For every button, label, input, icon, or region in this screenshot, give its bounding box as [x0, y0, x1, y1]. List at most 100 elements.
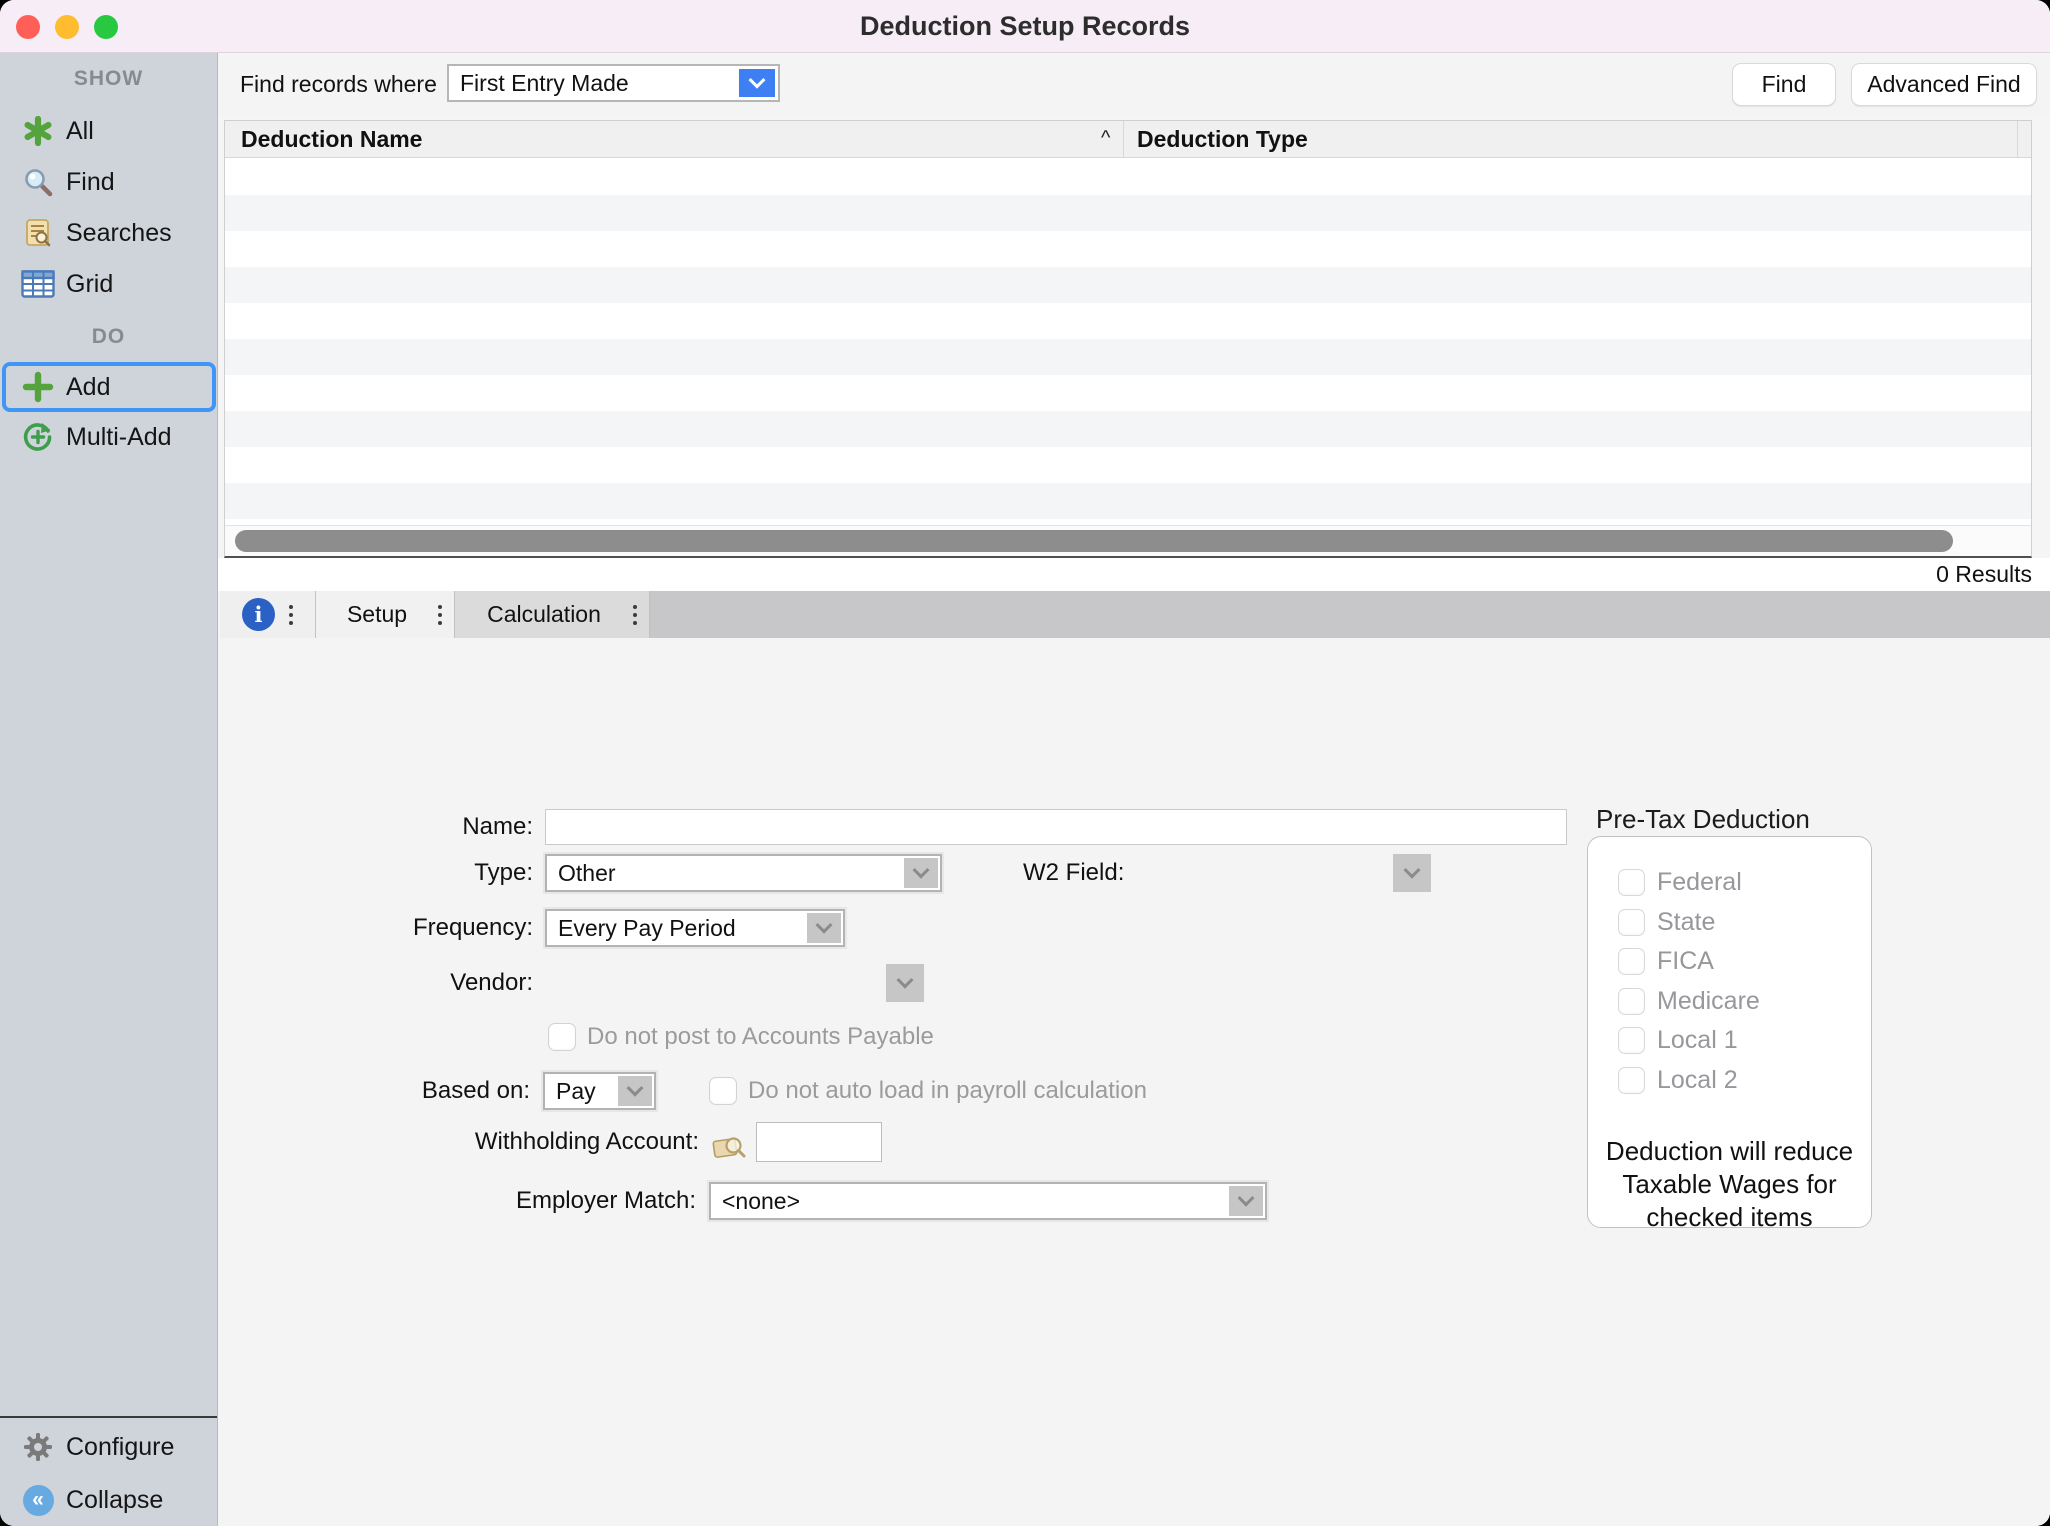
sidebar-footer-divider [0, 1416, 217, 1418]
pretax-option-fica: FICA [1618, 948, 1871, 975]
tab-setup[interactable]: Setup [316, 591, 455, 638]
pretax-note: Deduction will reduce Taxable Wages for … [1588, 1135, 1871, 1234]
main-area: Find records where First Entry Made Find… [218, 53, 2050, 1526]
frequency-dropdown[interactable]: Every Pay Period [545, 909, 845, 947]
sidebar: SHOW All Find [0, 53, 218, 1526]
tab-calculation[interactable]: Calculation [455, 591, 650, 638]
sidebar-item-label: Multi-Add [66, 423, 172, 452]
checkbox-label: FICA [1657, 947, 1714, 976]
chevron-down-icon [807, 913, 841, 943]
medicare-checkbox[interactable] [1618, 988, 1645, 1015]
sidebar-item-collapse[interactable]: « Collapse [0, 1475, 217, 1525]
pretax-panel-title: Pre-Tax Deduction [1596, 804, 1810, 835]
sidebar-item-configure[interactable]: Configure [0, 1422, 217, 1472]
pretax-option-state: State [1618, 909, 1871, 936]
local1-checkbox[interactable] [1618, 1027, 1645, 1054]
saved-search-icon [20, 216, 56, 250]
chevron-down-icon [904, 858, 938, 888]
detail-tab-bar: i Setup Calculation [220, 591, 2050, 638]
sidebar-item-label: Add [66, 373, 110, 402]
withholding-account-input[interactable] [756, 1122, 882, 1162]
chevron-down-icon [1404, 862, 1421, 879]
app-window: Deduction Setup Records SHOW All Find [0, 0, 2050, 1526]
column-header-deduction-type[interactable]: Deduction Type [1137, 121, 1308, 158]
sidebar-item-all[interactable]: All [0, 106, 217, 156]
sidebar-section-show: SHOW [0, 67, 217, 91]
employer-match-value: <none> [722, 1184, 800, 1218]
pretax-option-federal: Federal [1618, 869, 1871, 896]
magnifier-icon [20, 165, 56, 199]
based-on-value: Pay [556, 1074, 596, 1108]
type-value: Other [558, 856, 616, 890]
checkbox-label: Federal [1657, 868, 1742, 897]
pretax-option-local1: Local 1 [1618, 1027, 1871, 1054]
find-field-dropdown[interactable]: First Entry Made [447, 64, 780, 102]
checkbox-label: Medicare [1657, 987, 1760, 1016]
pretax-option-medicare: Medicare [1618, 988, 1871, 1015]
tab-label: Setup [316, 601, 438, 628]
sidebar-item-label: Grid [66, 270, 113, 299]
checkbox-label: State [1657, 908, 1715, 937]
sidebar-item-multi-add[interactable]: Multi-Add [0, 412, 217, 462]
federal-checkbox[interactable] [1618, 869, 1645, 896]
do-not-post-ap-label: Do not post to Accounts Payable [587, 1023, 934, 1051]
asterisk-icon [20, 114, 56, 148]
sidebar-item-grid[interactable]: Grid [0, 259, 217, 309]
records-table-body [225, 159, 2031, 525]
advanced-find-button[interactable]: Advanced Find [1851, 63, 2037, 106]
pretax-panel: Federal State FICA Medicare Local 1 [1587, 836, 1872, 1228]
window-title: Deduction Setup Records [0, 0, 2050, 53]
employer-match-dropdown[interactable]: <none> [709, 1182, 1267, 1220]
state-checkbox[interactable] [1618, 909, 1645, 936]
column-divider [2017, 121, 2018, 158]
withholding-account-label: Withholding Account: [399, 1123, 699, 1161]
info-segment: i [220, 591, 316, 638]
based-on-label: Based on: [273, 1072, 530, 1110]
do-not-post-ap-checkbox[interactable] [548, 1023, 576, 1051]
titlebar: Deduction Setup Records [0, 0, 2050, 53]
plus-icon [20, 370, 56, 404]
results-count: 0 Results [218, 558, 2050, 591]
sidebar-item-label: Find [66, 168, 115, 197]
w2-field-label: W2 Field: [1023, 854, 1243, 892]
scrollbar-thumb[interactable] [235, 530, 1953, 552]
sidebar-item-searches[interactable]: Searches [0, 208, 217, 258]
sidebar-item-label: Collapse [66, 1486, 163, 1515]
find-button[interactable]: Find [1732, 63, 1836, 106]
fica-checkbox[interactable] [1618, 948, 1645, 975]
frequency-label: Frequency: [273, 909, 533, 947]
gear-icon [20, 1430, 56, 1464]
sidebar-item-add[interactable]: Add [2, 362, 216, 412]
sort-ascending-icon: ^ [1101, 127, 1110, 150]
type-dropdown[interactable]: Other [545, 854, 942, 892]
find-bar: Find records where First Entry Made Find… [218, 53, 2050, 115]
sidebar-item-label: Searches [66, 219, 172, 248]
segment-menu-icon[interactable] [438, 605, 442, 625]
column-header-deduction-name[interactable]: Deduction Name [241, 121, 422, 158]
records-table: Deduction Name ^ Deduction Type [224, 120, 2032, 558]
w2-field-dropdown[interactable] [1393, 854, 1431, 892]
sidebar-item-label: All [66, 117, 94, 146]
account-lookup-icon[interactable] [712, 1132, 748, 1167]
local2-checkbox[interactable] [1618, 1067, 1645, 1094]
tab-label: Calculation [455, 601, 633, 628]
collapse-icon: « [20, 1483, 56, 1517]
employer-match-label: Employer Match: [396, 1182, 696, 1220]
name-input[interactable] [545, 809, 1567, 845]
find-records-where-label: Find records where [240, 53, 437, 115]
segment-menu-icon[interactable] [289, 605, 293, 625]
grid-icon [20, 267, 56, 301]
chevron-down-icon [739, 69, 775, 97]
sidebar-item-label: Configure [66, 1433, 174, 1462]
name-label: Name: [273, 808, 533, 846]
column-divider [1123, 121, 1124, 158]
sidebar-item-find[interactable]: Find [0, 157, 217, 207]
multi-add-icon [20, 420, 56, 454]
info-icon[interactable]: i [242, 598, 275, 631]
do-not-autoload-checkbox[interactable] [709, 1077, 737, 1105]
based-on-dropdown[interactable]: Pay [543, 1072, 656, 1110]
vendor-dropdown[interactable] [886, 964, 924, 1002]
horizontal-scrollbar[interactable] [225, 525, 2031, 556]
segment-menu-icon[interactable] [633, 605, 637, 625]
chevron-down-icon [1229, 1186, 1263, 1216]
